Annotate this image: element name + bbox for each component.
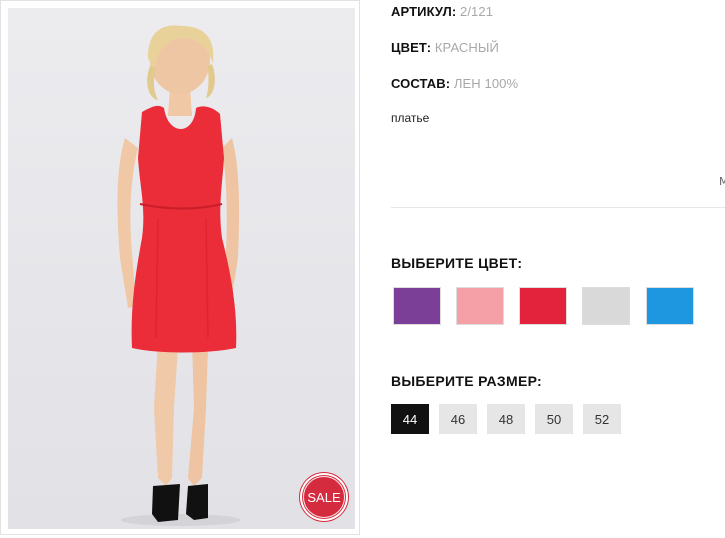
spec-article: АРТИКУЛ: 2/121 xyxy=(391,4,493,19)
color-swatch-grey[interactable] xyxy=(582,287,630,325)
product-image-frame: SALE xyxy=(0,0,360,535)
sale-badge-label: SALE xyxy=(307,489,341,505)
spec-color: ЦВЕТ: КРАСНЫЙ xyxy=(391,40,499,55)
color-swatch-pink[interactable] xyxy=(456,287,504,325)
color-swatch-purple[interactable] xyxy=(393,287,441,325)
divider xyxy=(391,207,725,208)
clipped-text: М xyxy=(719,175,725,188)
model-in-red-dress-image xyxy=(117,25,241,526)
product-description: платье xyxy=(391,111,430,125)
spec-color-label: ЦВЕТ: xyxy=(391,40,432,55)
spec-article-value: 2/121 xyxy=(460,4,494,19)
spec-article-label: АРТИКУЛ: xyxy=(391,4,457,19)
size-option-44[interactable]: 44 xyxy=(391,404,429,434)
size-option-48[interactable]: 48 xyxy=(487,404,525,434)
spec-composition-value: ЛЕН 100% xyxy=(453,76,519,91)
spec-composition: СОСТАВ: ЛЕН 100% xyxy=(391,76,518,91)
size-option-46[interactable]: 46 xyxy=(439,404,477,434)
size-picker-title: ВЫБЕРИТЕ РАЗМЕР: xyxy=(391,373,542,389)
size-option-52[interactable]: 52 xyxy=(583,404,621,434)
spec-color-value: КРАСНЫЙ xyxy=(434,40,499,55)
sale-badge: SALE xyxy=(300,473,348,521)
product-info: АРТИКУЛ: 2/121 ЦВЕТ: КРАСНЫЙ СОСТАВ: ЛЕН… xyxy=(391,0,725,538)
color-swatch-red[interactable] xyxy=(519,287,567,325)
spec-composition-label: СОСТАВ: xyxy=(391,76,451,91)
color-swatch-blue[interactable] xyxy=(646,287,694,325)
color-picker-title: ВЫБЕРИТЕ ЦВЕТ: xyxy=(391,255,523,271)
product-photo[interactable]: SALE xyxy=(8,8,355,529)
size-option-50[interactable]: 50 xyxy=(535,404,573,434)
